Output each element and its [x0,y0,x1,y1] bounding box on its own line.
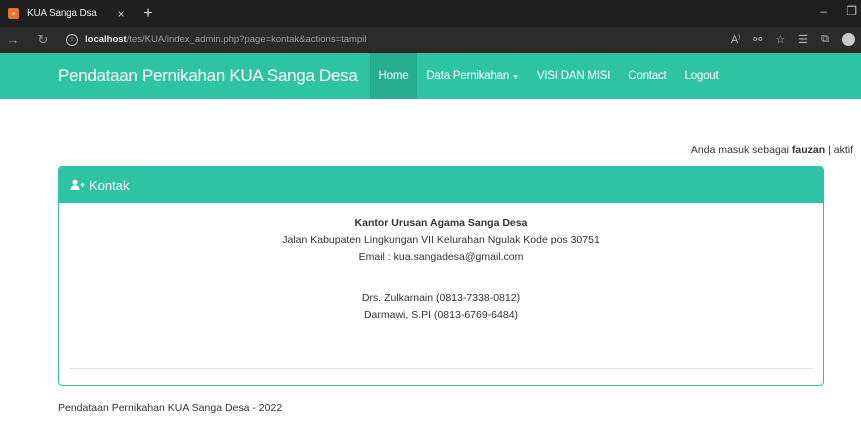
site-info-icon[interactable]: i [66,33,78,46]
profile-icon[interactable] [842,33,855,46]
nav-contact[interactable]: Contact [619,53,675,99]
extensions-icon[interactable]: ⚯ [753,33,762,46]
page-footer: Pendataan Pernikahan KUA Sanga Desa - 20… [58,402,283,414]
browser-tab-bar: ▪ KUA Sanga Dsa × + – ❐ [0,0,861,27]
tab-close-icon[interactable]: × [114,7,128,21]
favorites-icon[interactable]: ☰ [798,33,808,46]
panel-divider [69,368,813,369]
caret-down-icon: ▼ [512,74,519,81]
panel-title: Kontak [89,177,130,193]
url-host: localhost [85,34,127,45]
read-aloud-icon[interactable]: A) [731,34,740,46]
status-user: fauzan [791,144,826,156]
url-path: /tes/KUA/index_admin.php?page=kontak&act… [126,34,367,45]
login-status: Anda masuk sebagai fauzan | aktif [691,144,853,156]
status-prefix: Anda masuk sebagai [690,144,789,156]
office-address: Jalan Kabupaten Lingkungan VII Kelurahan… [282,234,600,246]
restore-icon[interactable]: ❐ [846,4,857,18]
nav-data-pernikahan[interactable]: Data Pernikahan ▼ [417,53,527,99]
status-state: aktif [833,144,853,156]
navbar-links: Home Data Pernikahan ▼ VISI DAN MISI Cont… [369,53,728,99]
nav-visi-misi[interactable]: VISI DAN MISI [528,53,619,99]
navbar-brand[interactable]: Pendataan Pernikahan KUA Sanga Desa [58,66,358,86]
office-name: Kantor Urusan Agama Sanga Desa [354,217,528,229]
tab-title: KUA Sanga Dsa [27,8,97,19]
users-icon [70,179,85,191]
site-navbar: Pendataan Pernikahan KUA Sanga Desa Home… [0,53,861,99]
contact-person: Darmawi, S.PI (0813-6769-6484) [363,309,519,321]
forward-icon[interactable]: → [4,32,22,47]
site-favicon-icon: ▪ [8,8,19,19]
office-email: Email : kua.sangadesa@gmail.com [358,251,524,263]
nav-data-pernikahan-label: Data Pernikahan [426,70,510,82]
contact-panel: Kontak Kantor Urusan Agama Sanga Desa Ja… [58,166,824,386]
refresh-icon[interactable]: ↻ [34,32,52,48]
panel-body: Kantor Urusan Agama Sanga Desa Jalan Kab… [59,217,823,321]
status-separator: | [828,144,831,156]
favorite-add-icon[interactable]: ☆ [775,33,785,46]
nav-logout[interactable]: Logout [676,53,728,99]
collections-icon[interactable]: ⧉ [821,33,829,46]
nav-home[interactable]: Home [369,53,418,99]
new-tab-icon[interactable]: + [140,5,156,23]
browser-address-bar: → ↻ i localhost/tes/KUA/index_admin.php?… [0,27,861,53]
minimize-icon[interactable]: – [820,4,827,18]
url-field[interactable]: i localhost/tes/KUA/index_admin.php?page… [66,33,367,46]
browser-tab[interactable]: ▪ KUA Sanga Dsa × [0,0,132,27]
contact-person: Drs. Zulkarnain (0813-7338-0812) [361,292,521,304]
panel-heading: Kontak [59,167,823,203]
